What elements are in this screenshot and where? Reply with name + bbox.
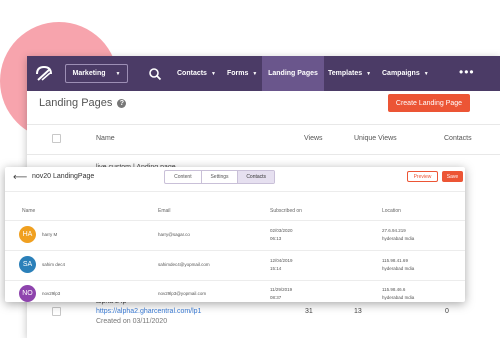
preview-button[interactable]: Preview — [407, 171, 438, 182]
landing-page-created-date: Created on 03/11/2020 — [96, 318, 168, 325]
modal-title: nov20 LandingPage — [32, 173, 95, 180]
column-header-contacts: Contacts — [444, 135, 472, 142]
divider — [27, 124, 500, 125]
subscribed-time: 15:14 — [270, 266, 282, 271]
nav-forms-label: Forms — [227, 70, 249, 77]
nav-landing-pages[interactable]: Landing Pages — [262, 56, 324, 91]
tab-settings[interactable]: Settings — [202, 171, 239, 183]
column-header-location: Location — [382, 208, 401, 214]
column-header-email: Email — [158, 208, 171, 214]
more-menu-icon[interactable]: ••• — [459, 66, 475, 78]
page-title: Landing Pages ? — [39, 97, 127, 109]
subscribed-time: 08:37 — [270, 295, 282, 300]
table-row[interactable]: SA sahim dec4 sahimdec4@yopmail.com 12/0… — [5, 251, 465, 280]
table-row[interactable]: HA harry M harry@sagar.co 02/03/2020 06:… — [5, 221, 465, 250]
workspace-dropdown[interactable]: Marketing ▼ — [65, 64, 128, 83]
nav-templates[interactable]: Templates ▼ — [328, 56, 371, 91]
nav-templates-label: Templates — [328, 70, 363, 77]
contact-email: harry@sagar.co — [158, 232, 190, 237]
divider — [5, 191, 465, 192]
contact-name: sahim dec4 — [42, 262, 66, 267]
nav-contacts[interactable]: Contacts ▼ — [177, 56, 216, 91]
app-logo-icon[interactable] — [34, 64, 54, 84]
chevron-down-icon: ▼ — [252, 70, 258, 77]
landing-page-unique-views: 13 — [354, 308, 362, 315]
chevron-down-icon: ▼ — [210, 70, 216, 77]
column-header-name: Name — [22, 208, 36, 214]
contact-name: nov29lp3 — [42, 291, 61, 296]
nav-forms[interactable]: Forms ▼ — [227, 56, 257, 91]
row-checkbox[interactable] — [52, 307, 61, 316]
location-city: hyderabad India — [382, 236, 415, 241]
nav-campaigns-label: Campaigns — [382, 70, 420, 77]
tab-content[interactable]: Content — [165, 171, 202, 183]
top-navigation: Marketing ▼ Contacts ▼ Forms ▼ Landing Pag… — [27, 56, 500, 91]
location-ip: 115.98.41.69 — [382, 258, 408, 263]
avatar: SA — [19, 256, 36, 273]
workspace-label: Marketing — [72, 70, 106, 77]
nav-landing-pages-label: Landing Pages — [268, 70, 318, 77]
subscribed-time: 06:13 — [270, 236, 282, 241]
nav-campaigns[interactable]: Campaigns ▼ — [382, 56, 429, 91]
location-ip: 115.98.46.6 — [382, 287, 406, 292]
chevron-down-icon: ▼ — [423, 70, 429, 77]
landing-page-contacts-modal: ⟵ nov20 LandingPage Content Settings Con… — [5, 167, 465, 302]
subscribed-date: 11/29/2019 — [270, 287, 293, 292]
location-ip: 27.6.94.219 — [382, 228, 406, 233]
create-landing-page-button[interactable]: Create Landing Page — [388, 94, 470, 112]
column-header-unique-views: Unique Views — [354, 135, 397, 142]
contact-email: nov29lp3@yopmail.com — [158, 291, 207, 296]
nav-contacts-label: Contacts — [177, 70, 207, 77]
landing-page-url-link[interactable]: https://alpha2.gharcentral.com/lp1 — [96, 308, 201, 315]
save-button[interactable]: Save — [442, 171, 463, 182]
contact-name: harry M — [42, 232, 58, 237]
location-city: hyderabad India — [382, 266, 415, 271]
back-arrow-icon[interactable]: ⟵ — [13, 172, 27, 183]
help-icon[interactable]: ? — [117, 98, 127, 108]
tab-contacts[interactable]: Contacts — [238, 171, 274, 183]
chevron-down-icon: ▼ — [115, 70, 121, 77]
divider — [27, 154, 500, 155]
table-row[interactable]: NO nov29lp3 nov29lp3@yopmail.com 11/29/2… — [5, 280, 465, 302]
contact-email: sahimdec4@yopmail.com — [158, 262, 210, 267]
location-city: hyderabad India — [382, 295, 415, 300]
subscribed-date: 12/04/2019 — [270, 258, 293, 263]
select-all-checkbox[interactable] — [52, 134, 61, 143]
avatar: NO — [19, 285, 36, 302]
chevron-down-icon: ▼ — [366, 70, 372, 77]
page-title-text: Landing Pages — [39, 97, 113, 109]
modal-tabs: Content Settings Contacts — [164, 170, 275, 184]
column-header-name: Name — [96, 135, 115, 142]
column-header-views: Views — [304, 135, 323, 142]
subscribed-date: 02/03/2020 — [270, 228, 293, 233]
landing-page-contacts: 0 — [445, 308, 449, 315]
search-icon[interactable] — [148, 67, 162, 81]
landing-page-views: 31 — [305, 308, 313, 315]
avatar: HA — [19, 226, 36, 243]
column-header-subscribed: Subscribed on — [270, 208, 302, 214]
